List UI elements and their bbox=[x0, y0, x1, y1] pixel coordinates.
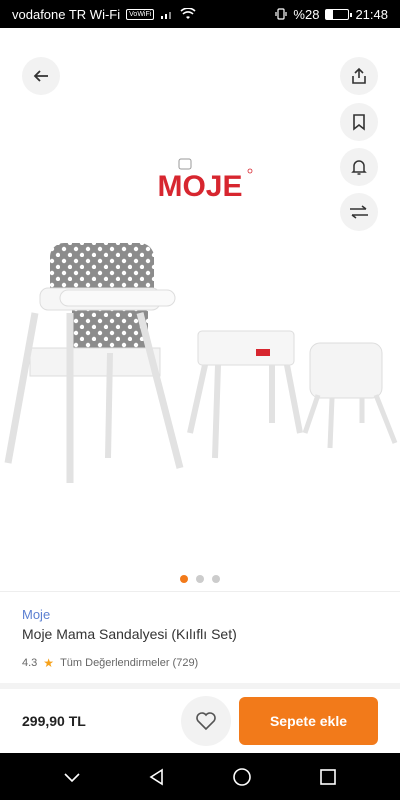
compare-button[interactable] bbox=[340, 193, 378, 231]
battery-percent: %28 bbox=[293, 6, 320, 22]
vowifi-badge: VoWiFi bbox=[126, 8, 155, 20]
back-arrow-icon bbox=[33, 70, 48, 82]
product-info: Moje Moje Mama Sandalyesi (Kılıflı Set) … bbox=[0, 593, 400, 683]
rating-value: 4.3 bbox=[22, 657, 38, 669]
vibrate-icon bbox=[275, 8, 288, 20]
purchase-bar: 299,90 TL Sepete ekle bbox=[0, 689, 400, 753]
bookmark-button[interactable] bbox=[340, 103, 378, 141]
brand-link[interactable]: Moje bbox=[22, 607, 378, 622]
gallery-pagination[interactable] bbox=[0, 575, 400, 583]
status-bar: vodafone TR Wi-Fi VoWiFi %28 21:48 bbox=[0, 0, 400, 28]
back-button[interactable] bbox=[22, 57, 60, 95]
svg-text:MOJE: MOJE bbox=[157, 170, 242, 202]
favorite-button[interactable] bbox=[181, 696, 231, 746]
chevron-down-icon[interactable] bbox=[63, 771, 81, 783]
system-nav-bar bbox=[0, 753, 400, 800]
rating-row[interactable]: 4.3 ★ Tüm Değerlendirmeler (729) bbox=[22, 656, 378, 670]
share-icon bbox=[352, 67, 366, 84]
price: 299,90 TL bbox=[22, 713, 86, 729]
product-title: Moje Mama Sandalyesi (Kılıflı Set) bbox=[22, 626, 237, 642]
star-icon: ★ bbox=[43, 656, 55, 670]
brand-logo: MOJE bbox=[157, 158, 253, 202]
product-photo bbox=[4, 243, 398, 483]
back-triangle-icon[interactable] bbox=[148, 768, 166, 786]
clock: 21:48 bbox=[355, 6, 388, 22]
status-right: %28 21:48 bbox=[275, 7, 388, 22]
compare-icon bbox=[350, 205, 368, 219]
add-to-cart-button[interactable]: Sepete ekle bbox=[239, 697, 378, 745]
battery-icon bbox=[325, 8, 353, 20]
gallery-dot-active[interactable] bbox=[180, 575, 188, 583]
recents-square-icon[interactable] bbox=[319, 768, 337, 786]
bell-icon bbox=[351, 160, 367, 175]
home-circle-icon[interactable] bbox=[232, 767, 252, 787]
gallery-dot[interactable] bbox=[196, 575, 204, 583]
status-left: vodafone TR Wi-Fi VoWiFi bbox=[12, 7, 196, 22]
wifi-icon bbox=[180, 8, 196, 19]
product-gallery[interactable]: MOJE bbox=[0, 28, 400, 592]
signal-icon bbox=[161, 12, 172, 19]
gallery-dot[interactable] bbox=[212, 575, 220, 583]
reviews-link[interactable]: Tüm Değerlendirmeler (729) bbox=[60, 657, 198, 669]
notify-button[interactable] bbox=[340, 148, 378, 186]
bookmark-icon bbox=[353, 114, 365, 131]
battery-fill bbox=[326, 9, 333, 19]
share-button[interactable] bbox=[340, 57, 378, 95]
heart-icon bbox=[196, 712, 216, 731]
carrier-label: vodafone TR Wi-Fi bbox=[12, 6, 121, 22]
